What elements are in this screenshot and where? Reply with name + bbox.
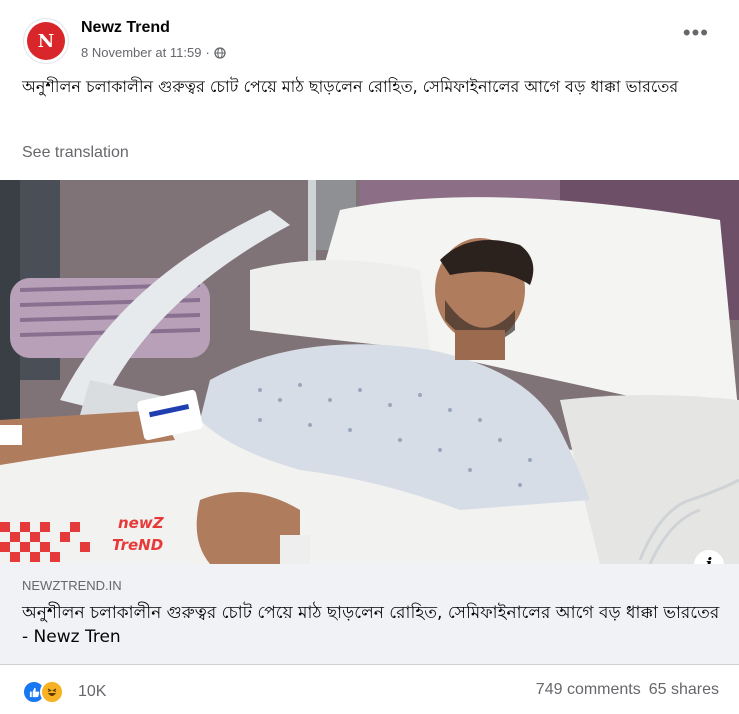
page-name-link[interactable]: Newz Trend — [81, 19, 170, 37]
see-translation-link[interactable]: See translation — [22, 144, 129, 162]
post-stats: 10K 749 comments 65 shares — [0, 668, 739, 714]
post-header: N Newz Trend 8 November at 11:59 · ••• — [0, 0, 739, 70]
page-avatar[interactable]: N — [23, 18, 69, 64]
engagement-counts: 749 comments 65 shares — [536, 681, 719, 699]
globe-icon[interactable] — [214, 46, 226, 59]
meta-separator: · — [205, 45, 210, 60]
svg-text:TreND: TreND — [112, 536, 163, 554]
post-meta: 8 November at 11:59 · — [81, 45, 226, 60]
haha-reaction-icon — [40, 680, 64, 704]
link-title[interactable]: অনুশীলন চলাকালীন গুরুত্বর চোট পেয়ে মাঠ … — [22, 601, 722, 649]
post-image[interactable]: newZ TreND i — [0, 180, 739, 564]
newz-trend-logo: N — [27, 22, 65, 60]
post-text: অনুশীলন চলাকালীন গুরুত্বর চোট পেয়ে মাঠ … — [22, 77, 679, 96]
shares-count-link[interactable]: 65 shares — [649, 681, 719, 699]
reactions-summary[interactable]: 10K — [22, 680, 106, 704]
reaction-count: 10K — [78, 683, 107, 700]
svg-text:newZ: newZ — [118, 514, 165, 532]
more-options-icon[interactable]: ••• — [683, 22, 709, 44]
comments-count-link[interactable]: 749 comments — [536, 681, 641, 699]
link-preview[interactable]: NEWZTREND.IN অনুশীলন চলাকালীন গুরুত্বর চ… — [0, 564, 739, 665]
hospital-bed-photo: newZ TreND — [0, 180, 739, 564]
facebook-post-card: N Newz Trend 8 November at 11:59 · ••• অ… — [0, 0, 739, 714]
post-timestamp[interactable]: 8 November at 11:59 — [81, 45, 201, 60]
link-domain: NEWZTREND.IN — [22, 578, 122, 593]
